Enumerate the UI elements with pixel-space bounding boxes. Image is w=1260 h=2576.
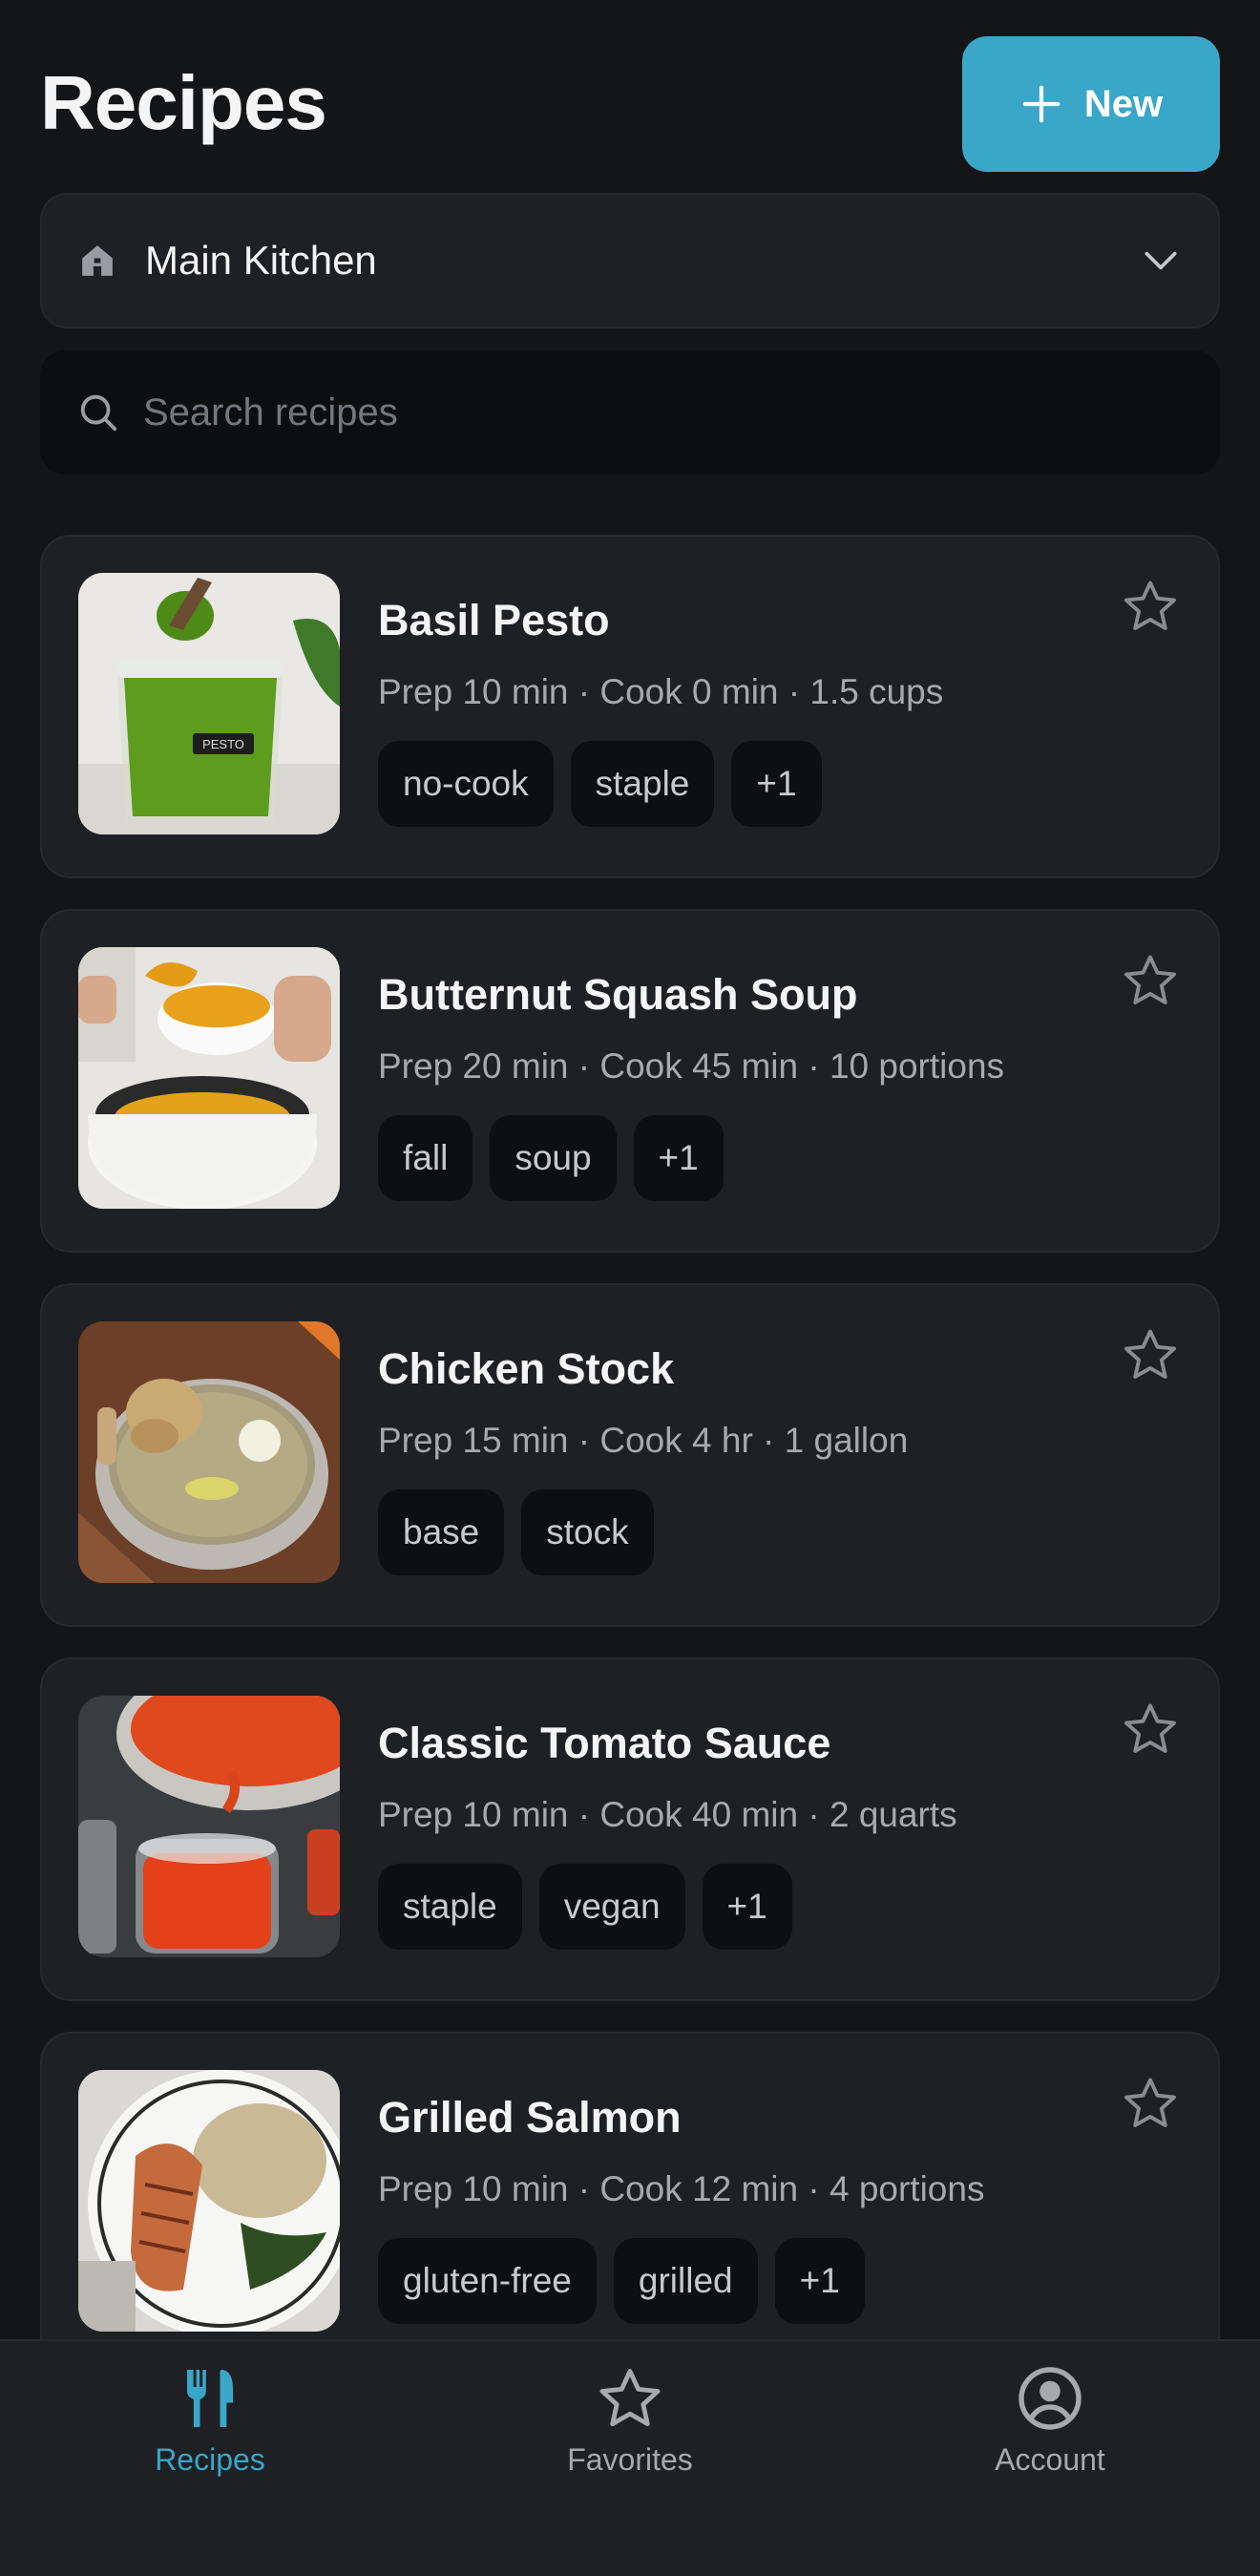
new-button-label: New (1083, 82, 1164, 125)
recipe-tag-more: +1 (731, 741, 822, 827)
favorite-star-icon[interactable] (1121, 951, 1180, 1010)
recipe-tag: fall (378, 1115, 473, 1201)
recipe-card-grilled-salmon[interactable]: Grilled Salmon Prep 10 min · Cook 12 min… (40, 2032, 1220, 2375)
recipe-tags: fall soup +1 (378, 1115, 724, 1201)
recipe-meta: Prep 15 min · Cook 4 hr · 1 gallon (378, 1421, 909, 1460)
nav-label: Recipes (155, 2442, 265, 2477)
recipe-name: Basil Pesto (378, 596, 610, 644)
recipe-tag-more: +1 (774, 2238, 865, 2324)
recipe-card-classic-tomato-sauce[interactable]: Classic Tomato Sauce Prep 10 min · Cook … (40, 1658, 1220, 2001)
recipe-tag-more: +1 (702, 1864, 792, 1950)
recipes-screen: Recipes New Main Kitchen Search recipes … (0, 0, 1260, 2576)
recipe-photo-grilled-salmon (78, 2070, 340, 2332)
recipe-meta: Prep 10 min · Cook 40 min · 2 quarts (378, 1795, 957, 1834)
recipe-tag: gluten-free (378, 2238, 597, 2324)
chevron-down-icon (1144, 251, 1177, 270)
favorite-star-icon[interactable] (1121, 1325, 1180, 1384)
nav-item-favorites[interactable]: Favorites (420, 2341, 840, 2576)
recipe-tag: grilled (613, 2238, 758, 2324)
recipe-tag: soup (490, 1115, 617, 1201)
page-title: Recipes (40, 60, 327, 145)
recipe-card-basil-pesto[interactable]: PESTO Basil Pesto Prep 10 min · Cook 0 m… (40, 535, 1220, 878)
recipe-tag: base (378, 1489, 505, 1575)
recipe-name: Classic Tomato Sauce (378, 1719, 831, 1767)
search-bar (40, 350, 1220, 475)
recipe-photo-chicken-stock (78, 1321, 340, 1583)
nav-label: Account (995, 2442, 1105, 2477)
recipe-tags: no-cook staple +1 (378, 741, 822, 827)
recipe-card-butternut-squash-soup[interactable]: Butternut Squash Soup Prep 20 min · Cook… (40, 909, 1220, 1253)
svg-text:PESTO: PESTO (202, 737, 244, 751)
recipe-name: Grilled Salmon (378, 2093, 682, 2142)
recipe-name: Butternut Squash Soup (378, 970, 858, 1019)
recipe-meta: Prep 10 min · Cook 0 min · 1.5 cups (378, 672, 944, 711)
recipe-photo-classic-tomato-sauce (78, 1696, 340, 1957)
home-icon (82, 245, 113, 276)
favorite-star-icon[interactable] (1121, 1700, 1180, 1759)
recipe-tag: no-cook (378, 741, 554, 827)
search-icon (80, 394, 117, 432)
kitchen-selector[interactable]: Main Kitchen (40, 193, 1220, 328)
recipe-list: PESTO Basil Pesto Prep 10 min · Cook 0 m… (40, 535, 1220, 2406)
favorite-star-icon[interactable] (1121, 2074, 1180, 2133)
recipe-tag-more: +1 (633, 1115, 724, 1201)
nav-item-recipes[interactable]: Recipes (0, 2341, 420, 2576)
recipe-tag: vegan (538, 1864, 685, 1950)
recipe-tag: staple (378, 1864, 522, 1950)
bottom-nav: Recipes Favorites Account (0, 2339, 1260, 2576)
search-input[interactable] (143, 391, 1184, 434)
nav-label: Favorites (567, 2442, 693, 2477)
nav-item-account[interactable]: Account (840, 2341, 1260, 2576)
recipe-tag: stock (521, 1489, 654, 1575)
recipe-tags: staple vegan +1 (378, 1864, 792, 1950)
fork-knife-icon (187, 2370, 233, 2427)
account-icon (1018, 2367, 1082, 2430)
recipe-name: Chicken Stock (378, 1344, 675, 1393)
recipe-tags: base stock (378, 1489, 654, 1575)
star-icon (599, 2369, 661, 2427)
recipe-card-chicken-stock[interactable]: Chicken Stock Prep 15 min · Cook 4 hr · … (40, 1283, 1220, 1627)
recipe-tag: staple (570, 741, 715, 827)
recipe-photo-basil-pesto: PESTO (78, 573, 340, 834)
recipe-tags: gluten-free grilled +1 (378, 2238, 865, 2324)
recipe-photo-butternut-squash-soup (78, 947, 340, 1209)
plus-icon (1022, 85, 1060, 123)
recipe-meta: Prep 20 min · Cook 45 min · 10 portions (378, 1046, 1005, 1086)
new-recipe-button[interactable]: New (962, 36, 1220, 172)
kitchen-selector-label: Main Kitchen (145, 238, 377, 283)
recipe-meta: Prep 10 min · Cook 12 min · 4 portions (378, 2169, 985, 2208)
favorite-star-icon[interactable] (1121, 577, 1180, 636)
